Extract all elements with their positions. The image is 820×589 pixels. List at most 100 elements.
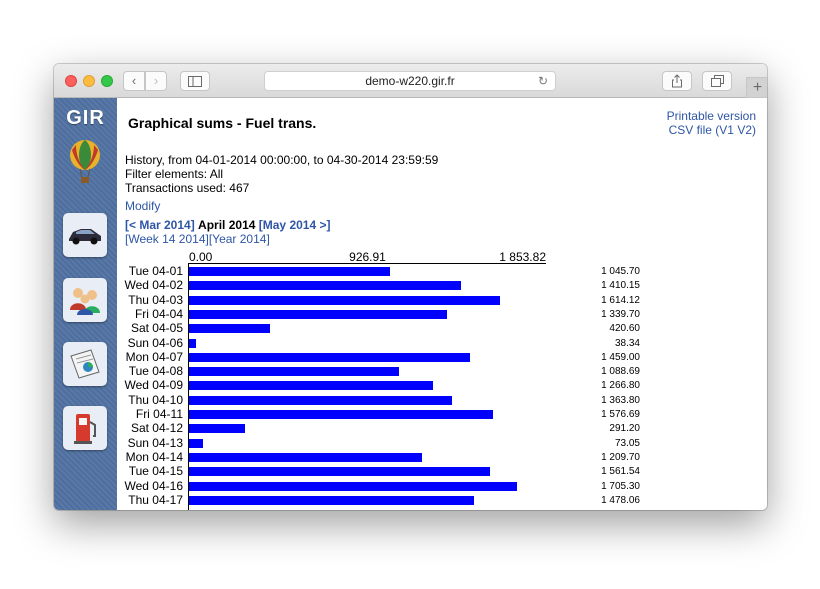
year-link[interactable]: [Year 2014] <box>209 232 270 246</box>
csv-close-paren: ) <box>752 123 756 137</box>
report-page: Graphical sums - Fuel trans. Printable v… <box>117 98 767 510</box>
car-icon <box>69 229 101 245</box>
bar-value-label: 1 088.69 <box>601 366 640 378</box>
week-link[interactable]: [Week 14 2014] <box>125 232 209 246</box>
modify-link[interactable]: Modify <box>125 199 160 213</box>
bar <box>189 281 461 291</box>
bar <box>189 309 447 319</box>
bar-value-label: 1 209.70 <box>601 451 640 463</box>
csv-file-label: CSV file ( <box>668 123 720 137</box>
bar-category-label: Wed 04-02 <box>124 278 183 293</box>
bar-category-label: Sun 04-13 <box>127 435 183 450</box>
users-icon <box>70 288 100 315</box>
history-range: History, from 04-01-2014 00:00:00, to 04… <box>125 153 439 167</box>
bar-value-label: 38.34 <box>614 337 640 349</box>
bar-category-label: Fri 04-04 <box>134 306 183 321</box>
bar <box>189 267 391 276</box>
csv-v1-link[interactable]: V1 <box>719 123 734 137</box>
csv-file-links: CSV file (V1 V2) <box>669 123 756 137</box>
show-sidebar-button[interactable] <box>180 71 210 91</box>
printable-version-link[interactable]: Printable version <box>667 109 756 123</box>
bar <box>189 295 500 305</box>
bar-category-label: Mon 04-07 <box>125 349 183 364</box>
app-sidebar: GIR <box>54 98 117 510</box>
bar-value-label: 1 339.70 <box>601 308 640 320</box>
hot-air-balloon-icon[interactable] <box>68 140 102 184</box>
minimize-window-button[interactable] <box>83 75 95 87</box>
page-title: Graphical sums - Fuel trans. <box>128 115 317 131</box>
fuel-bar-chart: 0.00 926.91 1 853.82 Tue 04-01 1 045.70 Wed 0… <box>117 248 767 510</box>
bar-category-label: Tue 04-01 <box>128 264 183 278</box>
bar <box>189 424 246 434</box>
bar <box>189 452 422 462</box>
bar-category-label: Tue 04-15 <box>128 464 183 479</box>
csv-v2-link[interactable]: V2 <box>737 123 752 137</box>
period-links: [Week 14 2014][Year 2014] <box>125 232 270 246</box>
bar <box>189 338 197 348</box>
bar-value-label: 1 614.12 <box>601 294 640 306</box>
browser-window: ‹ › demo-w220.gir.fr ↻ + GIR Graphical s… <box>54 64 767 510</box>
bar-value-label: 1 266.80 <box>601 380 640 392</box>
web-content: GIR Graphical sums - Fuel trans. Printab… <box>54 98 767 510</box>
show-tabs-button[interactable] <box>702 71 732 91</box>
bar <box>189 352 470 362</box>
bar <box>189 481 518 491</box>
bar-category-label: Thu 04-17 <box>128 492 183 507</box>
forward-button[interactable]: › <box>145 71 167 91</box>
bar-value-label: 1 705.30 <box>601 480 640 492</box>
bar-category-label: Mon 04-14 <box>125 449 183 464</box>
bar-value-label: 1 576.69 <box>601 409 640 420</box>
next-month-link[interactable]: [May 2014 >] <box>259 218 331 232</box>
current-month: April 2014 <box>198 218 256 232</box>
bar-category-label: Wed 04-16 <box>124 478 183 493</box>
scale-tick-label: 0.00 <box>189 250 213 264</box>
prev-month-link[interactable]: [< Mar 2014] <box>125 218 195 232</box>
reports-nav-button[interactable] <box>63 342 107 386</box>
month-navigation: [< Mar 2014] April 2014 [May 2014 >] <box>125 218 330 232</box>
bar-value-label: 1 410.15 <box>601 280 640 292</box>
bar-value-label: 420.60 <box>609 323 640 335</box>
bar <box>189 467 490 477</box>
bar <box>189 395 452 405</box>
chevron-right-icon: › <box>153 73 159 88</box>
bar <box>189 367 399 377</box>
bar-value-label: 73.05 <box>614 437 640 449</box>
address-bar[interactable]: demo-w220.gir.fr ↻ <box>264 71 556 91</box>
bar-category-label: Thu 04-03 <box>128 292 183 307</box>
bar <box>189 438 204 448</box>
bar <box>189 410 493 419</box>
filter-elements: Filter elements: All <box>125 167 224 181</box>
bar-value-label: 1 045.70 <box>601 266 640 277</box>
new-tab-button[interactable]: + <box>746 77 767 98</box>
share-button[interactable] <box>662 71 692 91</box>
zoom-window-button[interactable] <box>101 75 113 87</box>
bar-value-label: 1 561.54 <box>601 466 640 478</box>
url-text: demo-w220.gir.fr <box>365 74 455 88</box>
back-button[interactable]: ‹ <box>123 71 145 91</box>
bar-value-label: 1 459.00 <box>601 351 640 363</box>
bar-value-label: 1 363.80 <box>601 394 640 406</box>
gir-logo[interactable]: GIR <box>58 107 113 129</box>
reload-icon[interactable]: ↻ <box>538 72 548 90</box>
bar-category-label: Fri 04-11 <box>135 407 183 421</box>
browser-toolbar: ‹ › demo-w220.gir.fr ↻ + <box>54 64 767 98</box>
plus-icon: + <box>752 79 763 96</box>
fuel-nav-button[interactable] <box>63 406 107 450</box>
chevron-left-icon: ‹ <box>131 73 137 88</box>
bar-category-label: Sat 04-05 <box>130 321 183 336</box>
bar <box>189 324 270 334</box>
bar <box>189 495 474 505</box>
scale-tick-label: 1 853.82 <box>499 250 546 264</box>
bar-category-label: Tue 04-08 <box>128 364 183 379</box>
tabs-icon <box>710 75 724 87</box>
bar-category-label: Sun 04-06 <box>127 335 183 350</box>
bar-value-label: 291.20 <box>609 423 640 435</box>
share-icon <box>672 74 682 88</box>
close-window-button[interactable] <box>65 75 77 87</box>
bar-category-label: Wed 04-09 <box>124 378 183 393</box>
bar-category-label: Thu 04-10 <box>128 392 183 407</box>
sidebar-icon <box>188 76 202 87</box>
vehicles-nav-button[interactable] <box>63 213 107 257</box>
users-nav-button[interactable] <box>63 278 107 322</box>
bar <box>189 381 433 391</box>
